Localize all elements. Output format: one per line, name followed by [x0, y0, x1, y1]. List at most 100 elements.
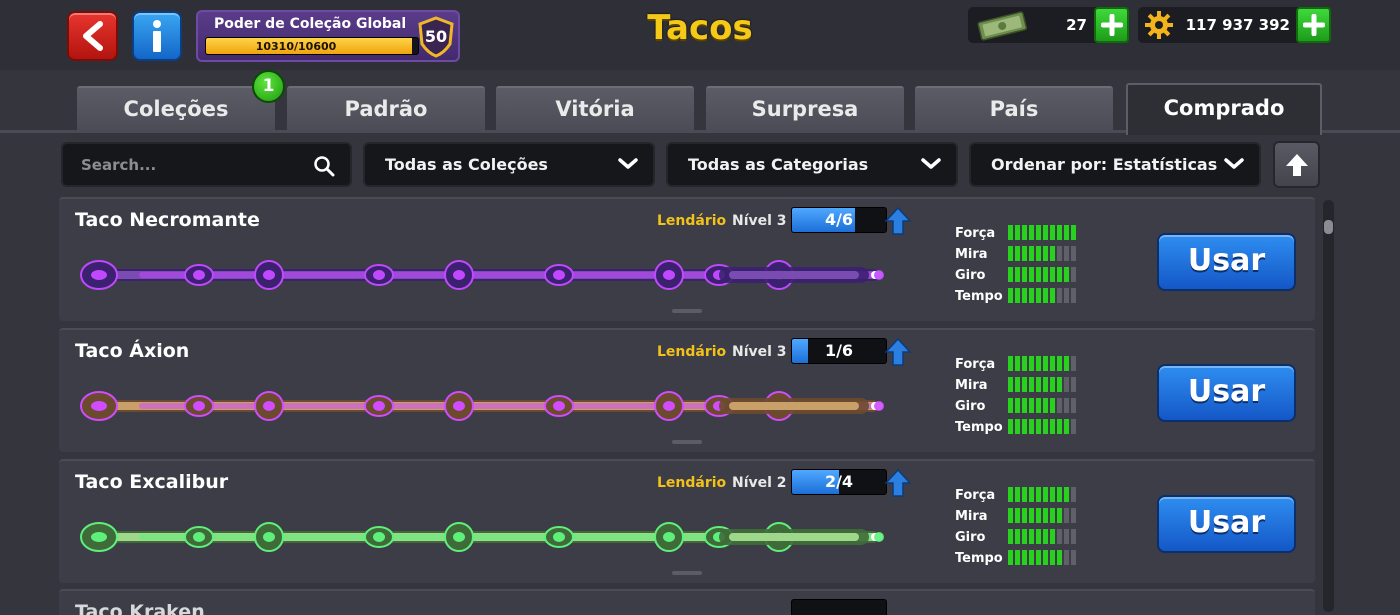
stat-bar — [1008, 356, 1076, 371]
stat-bar — [1008, 487, 1076, 502]
stat-segment — [1022, 267, 1027, 282]
stat-segment — [1057, 550, 1062, 565]
cue-card[interactable]: Taco Excalibur Lendário Nível 2 2/4 Força Mir… — [59, 459, 1315, 583]
cue-upgrade-progress: 2/4 — [791, 469, 887, 495]
collection-dropdown-value: Todas as Coleções — [385, 155, 548, 174]
tab-pais[interactable]: País — [915, 86, 1113, 130]
stat-segment — [1022, 487, 1027, 502]
stat-segment — [1064, 288, 1069, 303]
stat-segment — [1043, 225, 1048, 240]
stat-segment — [1029, 529, 1034, 544]
scrollbar[interactable] — [1323, 200, 1334, 612]
arrow-up-icon — [1285, 153, 1308, 176]
stat-segment — [1015, 288, 1020, 303]
tab-padrao[interactable]: Padrão — [287, 86, 485, 130]
stat-segment — [1008, 419, 1013, 434]
use-cue-button[interactable]: Usar — [1157, 364, 1296, 422]
stat-segment — [1029, 225, 1034, 240]
coin-gear-icon — [1145, 11, 1173, 39]
tab-comprado[interactable]: Comprado — [1126, 83, 1322, 135]
tab-vitoria[interactable]: Vitória — [496, 86, 694, 130]
stat-label: Mira — [955, 247, 988, 262]
level-shield-icon: 50 — [417, 16, 455, 58]
stat-segment — [1022, 398, 1027, 413]
cue-level: Nível 3 — [732, 213, 787, 229]
tab-colecoes[interactable]: Coleções — [77, 86, 275, 130]
use-cue-button[interactable]: Usar — [1157, 233, 1296, 291]
stat-segment — [1057, 529, 1062, 544]
stat-segment — [1057, 225, 1062, 240]
stat-segment — [1036, 246, 1041, 261]
stat-bar — [1008, 225, 1076, 240]
stat-segment — [1050, 529, 1055, 544]
stat-segment — [1015, 508, 1020, 523]
stat-segment — [1064, 419, 1069, 434]
stat-segment — [1015, 487, 1020, 502]
card-handle — [672, 309, 702, 313]
stat-segment — [1064, 246, 1069, 261]
stat-segment — [1036, 288, 1041, 303]
coins-amount: 117 937 392 — [1185, 16, 1290, 34]
use-cue-button[interactable]: Usar — [1157, 495, 1296, 553]
stat-segment — [1015, 225, 1020, 240]
coins-counter: 117 937 392 — [1138, 7, 1331, 43]
cue-name: Taco Excalibur — [75, 471, 229, 493]
sort-direction-button[interactable] — [1273, 141, 1320, 188]
stat-segment — [1015, 267, 1020, 282]
stat-segment — [1022, 529, 1027, 544]
stat-segment — [1036, 398, 1041, 413]
back-button[interactable] — [67, 11, 118, 61]
cue-name: Taco Necromante — [75, 209, 260, 231]
upgrade-arrow-icon[interactable] — [885, 469, 911, 497]
stat-segment — [1043, 356, 1048, 371]
search-icon[interactable] — [313, 155, 335, 177]
cue-card[interactable]: Taco Áxion Lendário Nível 3 1/6 Força Mira Gir… — [59, 328, 1315, 452]
stat-bar — [1008, 377, 1076, 392]
chevron-down-icon — [1224, 158, 1244, 169]
stat-label: Giro — [955, 399, 986, 414]
scrollbar-thumb[interactable] — [1324, 220, 1333, 234]
stat-segment — [1064, 398, 1069, 413]
stat-segment — [1043, 288, 1048, 303]
stat-segment — [1022, 246, 1027, 261]
sort-dropdown[interactable]: Ordenar por: Estatísticas — [969, 142, 1261, 187]
cue-image — [80, 522, 884, 552]
collection-power-label: Poder de Coleção Global — [214, 16, 407, 32]
search-input[interactable] — [81, 153, 301, 177]
stat-segment — [1064, 377, 1069, 392]
collection-power-panel[interactable]: Poder de Coleção Global 10310/10600 50 — [196, 10, 460, 62]
collection-power-bar: 10310/10600 — [205, 37, 419, 55]
stat-segment — [1050, 487, 1055, 502]
add-coins-button[interactable] — [1296, 7, 1331, 43]
stat-segment — [1071, 356, 1076, 371]
stat-segment — [1036, 267, 1041, 282]
stat-segment — [1008, 508, 1013, 523]
upgrade-arrow-icon[interactable] — [885, 338, 911, 366]
info-button[interactable] — [132, 11, 182, 61]
stat-segment — [1015, 419, 1020, 434]
add-cash-button[interactable] — [1094, 7, 1129, 43]
cue-name-partial: Taco Kraken — [75, 601, 205, 615]
search-box[interactable] — [61, 142, 352, 187]
stat-segment — [1008, 356, 1013, 371]
cue-art — [79, 509, 944, 569]
cue-image — [80, 391, 884, 421]
stat-segment — [1036, 529, 1041, 544]
tab-surpresa[interactable]: Surpresa — [706, 86, 904, 130]
plus-icon — [1302, 14, 1325, 36]
stat-label: Mira — [955, 378, 988, 393]
upgrade-arrow-icon[interactable] — [885, 207, 911, 235]
stat-segment — [1015, 398, 1020, 413]
cue-upgrade-progress-text: 2/4 — [824, 472, 854, 491]
page-title: Tacos — [647, 8, 753, 48]
stat-segment — [1050, 356, 1055, 371]
stat-segment — [1036, 419, 1041, 434]
collection-dropdown[interactable]: Todas as Coleções — [363, 142, 655, 187]
cue-level: Nível 2 — [732, 475, 787, 491]
stat-segment — [1029, 377, 1034, 392]
stat-segment — [1064, 356, 1069, 371]
stat-segment — [1029, 550, 1034, 565]
stat-segment — [1022, 377, 1027, 392]
cue-card[interactable]: Taco Necromante Lendário Nível 3 4/6 Força Mi… — [59, 197, 1315, 321]
category-dropdown[interactable]: Todas as Categorias — [666, 142, 958, 187]
